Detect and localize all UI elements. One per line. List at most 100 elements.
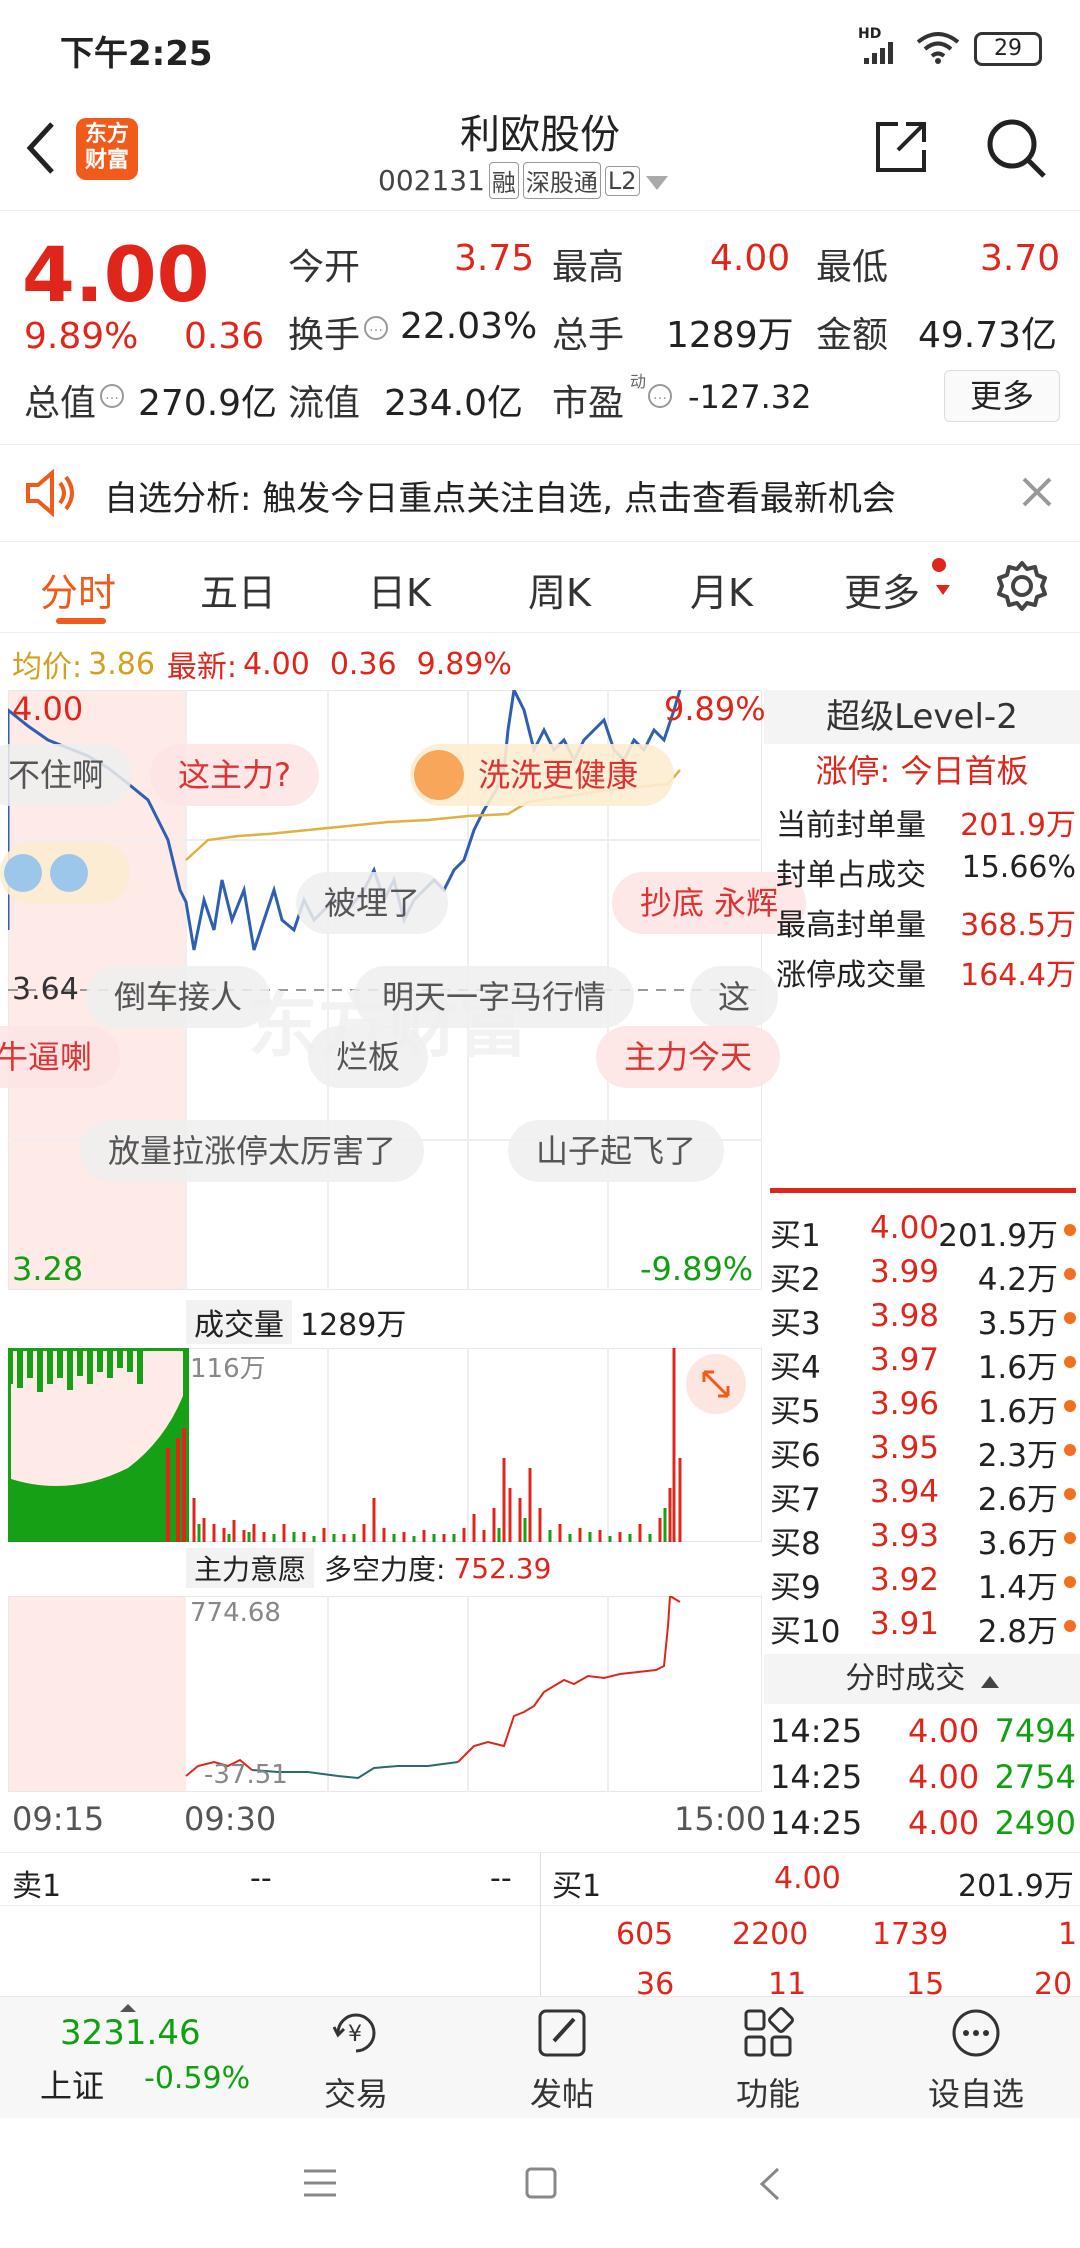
latest-label: 最新:	[166, 650, 238, 685]
level2-title[interactable]: 超级Level-2	[764, 690, 1080, 744]
tab-monthly-k[interactable]: 月K	[690, 562, 753, 617]
nav-trade-label: 交易	[323, 2075, 388, 2113]
tab-daily-k[interactable]: 日K	[368, 562, 431, 617]
notification-dot	[932, 558, 946, 572]
system-back-icon[interactable]	[758, 2166, 782, 2206]
volume-selector[interactable]: 成交量	[186, 1300, 292, 1344]
comment-bubble[interactable]: 牛逼喇	[0, 1026, 121, 1088]
queue-cell: 1739	[872, 1917, 949, 1952]
buy1-label: 买1	[552, 1869, 602, 1904]
buy1-volume: 201.9万	[958, 1869, 1074, 1904]
tab-more[interactable]: 更多	[844, 562, 920, 617]
order-book-row[interactable]: 买1 4.00 201.9万	[770, 1210, 1080, 1254]
settings-icon[interactable]	[996, 560, 1048, 616]
comment-text: 洗洗更健康	[478, 756, 639, 794]
amount-label: 金额	[816, 315, 889, 356]
indicator-selector[interactable]: 主力意愿	[186, 1548, 315, 1588]
status-bar: 下午2:25 HD 29	[0, 0, 1080, 90]
comment-bubble[interactable]: 倒车接人	[86, 966, 271, 1028]
close-icon[interactable]	[1020, 475, 1054, 513]
comment-bubble[interactable]: 被埋了	[296, 872, 449, 934]
analysis-banner[interactable]: 自选分析: 触发今日重点关注自选, 点击查看最新机会	[0, 444, 1080, 542]
order-book-row[interactable]: 买9 3.92 1.4万	[770, 1562, 1080, 1606]
status-time: 下午2:25	[60, 34, 213, 74]
axis-top-left: 4.00	[12, 690, 84, 728]
home-icon[interactable]	[524, 2166, 558, 2204]
level2-row-value: 164.4万	[960, 958, 1076, 993]
wifi-icon	[916, 30, 960, 68]
axis-top-right: 9.89%	[664, 690, 766, 728]
comment-bubble[interactable]: 山子起飞了	[508, 1120, 725, 1182]
comment-bubble[interactable]: 放量拉涨停太厉害了	[80, 1120, 425, 1182]
order-book-row[interactable]: 买2 3.99 4.2万	[770, 1254, 1080, 1298]
comment-bubble[interactable]: 烂板	[308, 1026, 429, 1088]
dropdown-icon	[645, 164, 668, 197]
trades-header[interactable]: 分时成交	[764, 1654, 1080, 1704]
menu-icon[interactable]	[302, 2168, 338, 2202]
volume-header: 成交量 1289万	[186, 1300, 406, 1344]
order-book-row[interactable]: 买3 3.98 3.5万	[770, 1298, 1080, 1342]
level2-row: 最高封单量 368.5万	[776, 900, 1076, 944]
comment-bubble[interactable]: 这主力?	[150, 744, 319, 806]
turnover-info-icon[interactable]: …	[364, 316, 388, 340]
volume-value: 1289万	[666, 315, 794, 356]
queue-divider	[540, 1853, 541, 1997]
avg-value: 3.86	[88, 646, 155, 682]
order-book-row[interactable]: 买6 3.95 2.3万	[770, 1430, 1080, 1474]
more-button[interactable]: 更多	[944, 370, 1060, 422]
nav-add-watchlist[interactable]: 设自选	[906, 2005, 1046, 2115]
margin-tag: 融	[488, 162, 519, 199]
turnover-value: 22.03%	[400, 306, 538, 347]
level2-row-value: 368.5万	[960, 908, 1076, 943]
nav-functions[interactable]: 功能	[698, 2005, 838, 2115]
tab-weekly-k[interactable]: 周K	[528, 562, 591, 617]
chart-tabs: 分时 五日 日K 周K 月K 更多	[0, 540, 1080, 633]
mktcap-value: 270.9亿	[138, 383, 278, 424]
index-name[interactable]: 上证	[40, 2061, 104, 2107]
open-value: 3.75	[454, 238, 535, 279]
index-change[interactable]: -0.59%	[144, 2061, 250, 2096]
mktcap-info-icon[interactable]: …	[100, 384, 124, 408]
search-icon[interactable]	[984, 116, 1048, 184]
pe-info-icon[interactable]: …	[648, 384, 672, 408]
expand-icon[interactable]	[686, 1354, 746, 1414]
volume-total: 1289万	[300, 1308, 407, 1343]
comment-bubble[interactable]: 明天一字马行情	[354, 966, 635, 1028]
comment-bubble[interactable]: 主力今天	[596, 1026, 781, 1088]
emoji-icon	[4, 854, 42, 892]
indicator-max-label: 774.68	[190, 1598, 281, 1628]
tab-intraday[interactable]: 分时	[40, 562, 116, 617]
level2-row-label: 封单占成交	[776, 858, 926, 893]
comment-bubble[interactable]: 不住啊	[0, 744, 133, 806]
comment-bubble-featured[interactable]: 洗洗更健康	[410, 744, 674, 806]
share-icon[interactable]	[872, 118, 930, 180]
order-book-row[interactable]: 买7 3.94 2.6万	[770, 1474, 1080, 1518]
queue-panel: 卖1 -- -- 买1 4.00 201.9万 605 2200 1739 1 …	[0, 1852, 1080, 2002]
grid-icon	[744, 2007, 794, 2057]
signal-icon	[862, 42, 904, 68]
active-tab-indicator	[56, 618, 106, 624]
axis-bottom-left: 3.28	[12, 1250, 84, 1288]
mascot-avatar	[414, 750, 464, 800]
nav-post[interactable]: 发帖	[492, 2005, 632, 2115]
order-book-row[interactable]: 买5 3.96 1.6万	[770, 1386, 1080, 1430]
stock-code-row[interactable]: 002131 融 深股通 L2	[378, 162, 668, 199]
order-book-row[interactable]: 买8 3.93 3.6万	[770, 1518, 1080, 1562]
emoji-bubble[interactable]	[0, 842, 130, 904]
volume-chart[interactable]	[8, 1348, 762, 1542]
nav-trade[interactable]: ¥ 交易	[286, 2005, 426, 2115]
order-book-row[interactable]: 买10 3.91 2.8万	[770, 1606, 1080, 1650]
high-value: 4.00	[710, 238, 791, 279]
indicator-chart[interactable]	[8, 1596, 762, 1792]
index-value[interactable]: 3231.46	[60, 2013, 201, 2053]
change-pct: 9.89%	[24, 316, 139, 357]
price-info-line: 均价: 3.86 最新: 4.00 0.36 9.89%	[12, 642, 512, 686]
collapse-icon	[980, 1676, 999, 1688]
order-book-row[interactable]: 买4 3.97 1.6万	[770, 1342, 1080, 1386]
comment-bubble[interactable]: 这	[690, 966, 779, 1028]
level2-row-value: 15.66%	[961, 850, 1076, 885]
emoji-icon	[50, 854, 88, 892]
speaker-icon	[24, 468, 76, 521]
tab-five-day[interactable]: 五日	[200, 562, 276, 617]
last-price: 4.00	[22, 230, 210, 319]
